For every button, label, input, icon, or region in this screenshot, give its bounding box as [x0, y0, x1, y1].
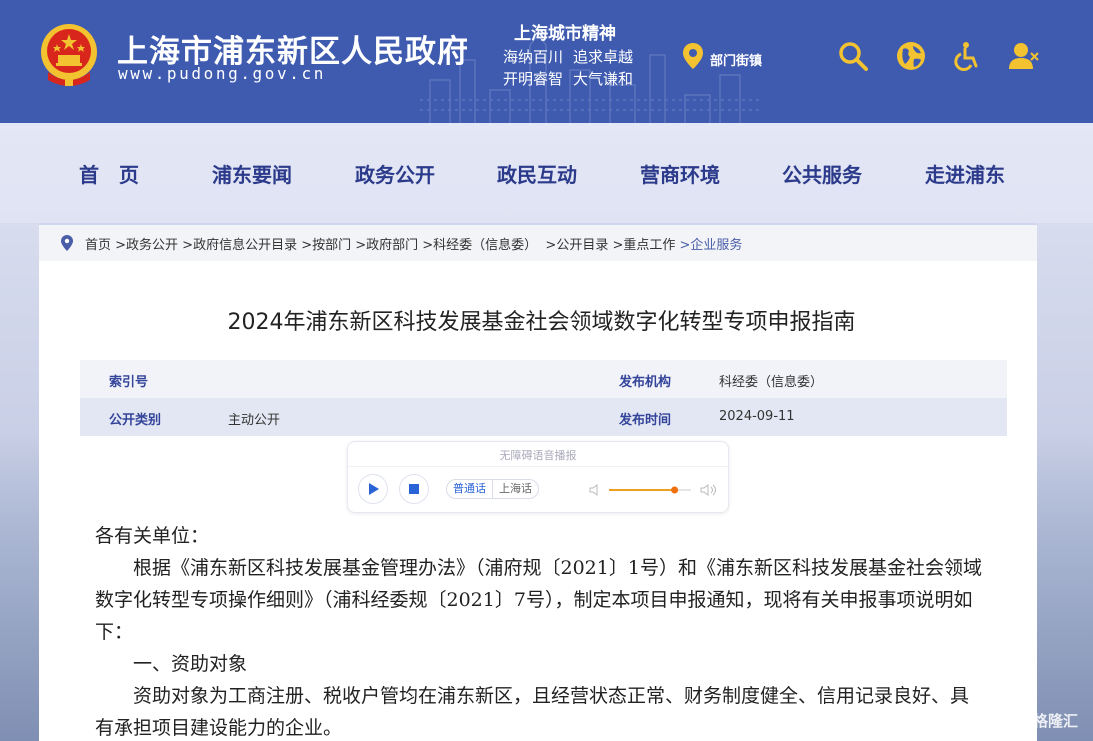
publisher-label: 发布机构 [619, 375, 672, 390]
watermark-logo-icon [1010, 710, 1030, 731]
play-icon [369, 483, 379, 495]
divider [348, 466, 728, 467]
dept-street-label: 部门街镇 [710, 53, 763, 69]
watermark: 格隆汇 [1010, 710, 1078, 731]
site-header: 上海市浦东新区人民政府 www.pudong.gov.cn 上海城市精神 海纳百… [0, 0, 1093, 123]
stop-icon [409, 484, 419, 494]
page-title: 2024年浦东新区科技发展基金社会领域数字化转型专项申报指南 [227, 310, 856, 335]
user-icon[interactable] [1008, 40, 1040, 72]
paragraph: 根据《浦东新区科技发展基金管理办法》（浦府规〔2021〕1号）和《浦东新区科技发… [95, 557, 982, 643]
location-pin-icon [683, 43, 703, 69]
search-icon[interactable] [837, 40, 869, 72]
breadcrumb-item[interactable]: 首页 [85, 234, 111, 253]
watermark-text: 格隆汇 [1033, 712, 1079, 730]
volume-low-icon [589, 484, 598, 496]
meta-row: 索引号 发布机构 科经委（信息委） [80, 360, 1007, 398]
category-label: 公开类别 [109, 413, 162, 428]
lang-shanghainese-option[interactable]: 上海话 [492, 480, 538, 498]
breadcrumb-item[interactable]: >政府信息公开目录 [178, 234, 297, 253]
audio-player-title: 无障碍语音播报 [499, 449, 577, 462]
background-city-right [1037, 223, 1093, 741]
nav-item-news[interactable]: 浦东要闻 [212, 159, 292, 188]
nav-item-business[interactable]: 营商环境 [640, 159, 720, 188]
city-spirit-line: 海纳百川 [503, 48, 564, 66]
document-body: 各有关单位： 根据《浦东新区科技发展基金管理办法》（浦府规〔2021〕1号）和《… [95, 520, 985, 741]
lang-mandarin-option[interactable]: 普通话 [447, 480, 492, 498]
nav-item-gov-affairs[interactable]: 政务公开 [355, 159, 435, 188]
meta-row: 公开类别 主动公开 发布时间 2024-09-11 [80, 398, 1007, 436]
nav-item-public-service[interactable]: 公共服务 [782, 159, 862, 188]
city-spirit-line: 开明睿智 [503, 70, 564, 88]
nav-item-about[interactable]: 走进浦东 [925, 159, 1005, 188]
stop-button[interactable] [399, 474, 429, 504]
breadcrumb-item[interactable]: >政府部门 [351, 234, 418, 253]
play-button[interactable] [358, 474, 388, 504]
national-emblem-icon [41, 24, 97, 86]
volume-high-icon [700, 484, 716, 496]
paragraph: 资助对象为工商注册、税收户管均在浦东新区，且经营状态正常、财务制度健全、信用记录… [95, 685, 970, 739]
breadcrumb: 首页 >政务公开 >政府信息公开目录 >按部门 >政府部门 >科经委（信息委） … [39, 225, 1037, 261]
accessibility-icon[interactable] [952, 40, 984, 72]
section-heading: 一、资助对象 [133, 653, 248, 675]
site-url: www.pudong.gov.cn [118, 64, 326, 83]
breadcrumb-item[interactable]: >公开目录 [537, 234, 608, 253]
publish-date-label: 发布时间 [619, 413, 672, 428]
nav-item-interaction[interactable]: 政民互动 [497, 159, 577, 188]
city-spirit-line: 大气谦和 [573, 70, 634, 88]
greeting: 各有关单位： [95, 525, 210, 547]
background-city-left [0, 223, 39, 741]
index-number-label: 索引号 [109, 375, 149, 390]
city-spirit-title: 上海城市精神 [514, 24, 616, 44]
breadcrumb-item-current[interactable]: >企业服务 [675, 234, 743, 253]
volume-slider[interactable] [589, 482, 719, 498]
breadcrumb-item[interactable]: >重点工作 [608, 234, 675, 253]
language-toggle[interactable]: 普通话 上海话 [446, 479, 539, 499]
location-pin-icon [61, 235, 73, 251]
breadcrumb-item[interactable]: >政务公开 [111, 234, 178, 253]
breadcrumb-item[interactable]: >科经委（信息委） [418, 234, 537, 253]
city-spirit-line: 追求卓越 [573, 48, 634, 66]
dept-street-link[interactable]: 部门街镇 [682, 42, 762, 70]
publish-date-value: 2024-09-11 [719, 409, 795, 424]
category-value: 主动公开 [228, 413, 281, 428]
globe-icon[interactable] [895, 40, 927, 72]
publisher-value: 科经委（信息委） [719, 375, 824, 390]
nav-item-home[interactable]: 首 页 [79, 159, 139, 188]
breadcrumb-item[interactable]: >按部门 [297, 234, 351, 253]
